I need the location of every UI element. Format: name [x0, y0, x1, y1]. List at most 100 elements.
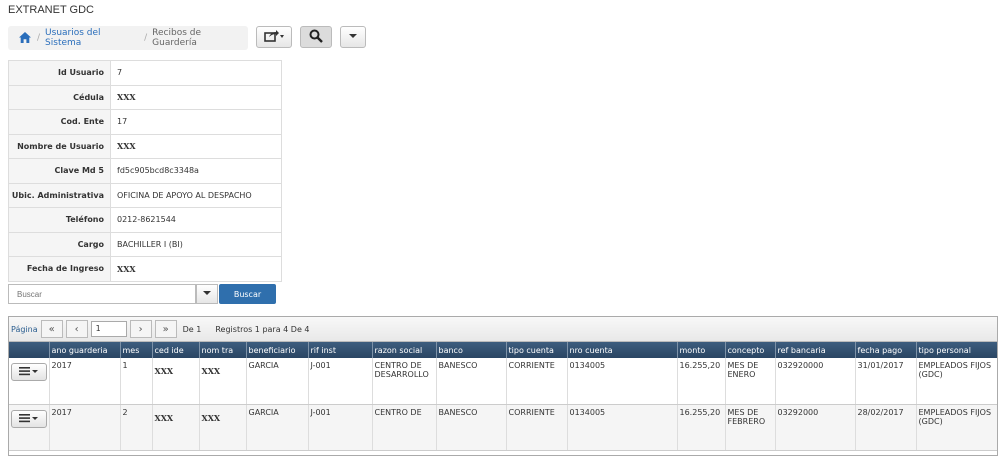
- row-menu-button[interactable]: [11, 409, 47, 428]
- cell-nom-tra: XXX: [199, 358, 247, 405]
- info-value: OFICINA DE APOYO AL DESPACHO: [110, 183, 282, 208]
- cell-razon-social: CENTRO DE DESARROLLO: [372, 358, 437, 405]
- export-button[interactable]: [256, 26, 292, 48]
- column-header[interactable]: mes: [120, 342, 153, 358]
- column-header[interactable]: tipo cuenta: [506, 342, 568, 358]
- cell-banco: BANESCO: [436, 358, 507, 405]
- receipts-table: ano guarderia mes ced ide nom tra benefi…: [9, 342, 997, 451]
- table-row: 2017 2 XXX XXX GARCIA J-001 CENTRO DE BA…: [9, 404, 997, 451]
- cell-fecha-pago: 31/01/2017: [855, 358, 917, 405]
- info-row: Nombre de Usuario XXX: [8, 134, 282, 159]
- next-page-button[interactable]: ›: [129, 320, 152, 338]
- breadcrumb-current: Recibos de Guardería: [152, 28, 202, 48]
- cell-mes: 1: [120, 358, 153, 405]
- column-header[interactable]: beneficiario: [246, 342, 309, 358]
- prev-page-button[interactable]: ‹: [65, 320, 88, 338]
- cell-ced-ide: XXX: [152, 404, 200, 451]
- info-value: 0212-8621544: [110, 207, 282, 233]
- info-value: 17: [110, 109, 282, 135]
- column-header[interactable]: ced ide: [152, 342, 200, 358]
- first-page-button[interactable]: «: [40, 320, 63, 338]
- search-button[interactable]: Buscar: [219, 284, 276, 304]
- info-row: Id Usuario 7: [8, 60, 282, 86]
- column-header[interactable]: ano guarderia: [49, 342, 121, 358]
- cell-fecha-pago: 28/02/2017: [855, 404, 917, 451]
- cell-concepto: MES DE ENERO: [725, 358, 776, 405]
- breadcrumb: / Usuarios del Sistema / Recibos de Guar…: [8, 26, 248, 50]
- column-header[interactable]: razon social: [372, 342, 437, 358]
- receipts-grid: Página « ‹ 1 › » De 1 Registros 1 para 4…: [8, 316, 998, 456]
- info-label: Clave Md 5: [8, 158, 111, 184]
- row-action-cell: [9, 404, 50, 451]
- search-dropdown-button[interactable]: [196, 284, 218, 304]
- menu-icon: [19, 413, 39, 425]
- cell-monto: 16.255,20: [677, 358, 726, 405]
- row-menu-button[interactable]: [11, 363, 47, 381]
- column-header[interactable]: ref bancaria: [775, 342, 856, 358]
- page-input[interactable]: 1: [90, 321, 127, 337]
- info-row: Cédula XXX: [8, 85, 282, 110]
- info-row: Cargo BACHILLER I (BI): [8, 232, 282, 257]
- info-value: XXX: [110, 134, 282, 159]
- info-label: Cod. Ente: [8, 109, 111, 135]
- cell-rif-inst: J-001: [308, 404, 373, 451]
- cell-beneficiario: GARCIA: [246, 404, 309, 451]
- cell-tipo-personal: EMPLEADOS FIJOS (GDC): [916, 404, 997, 451]
- cell-ced-ide: XXX: [152, 358, 200, 405]
- cell-tipo-cuenta: CORRIENTE: [506, 358, 568, 405]
- info-value: XXX: [110, 256, 282, 282]
- info-label: Fecha de Ingreso: [8, 256, 111, 282]
- info-label: Ubic. Administrativa: [8, 183, 111, 208]
- column-header[interactable]: monto: [677, 342, 726, 358]
- column-header[interactable]: tipo personal: [916, 342, 997, 358]
- cell-ref-bancaria: 032920000: [775, 358, 856, 405]
- info-label: Cédula: [8, 85, 111, 110]
- info-value: BACHILLER I (BI): [110, 232, 282, 257]
- column-header[interactable]: rif inst: [308, 342, 373, 358]
- table-row: 2017 1 XXX XXX GARCIA J-001 CENTRO DE DE…: [9, 358, 997, 405]
- cell-razon-social: CENTRO DE: [372, 404, 437, 451]
- cell-tipo-personal: EMPLEADOS FIJOS (GDC): [916, 358, 997, 405]
- info-row: Cod. Ente 17: [8, 109, 282, 135]
- records-count: Registros 1 para 4 De 4: [215, 324, 310, 334]
- column-header[interactable]: nom tra: [199, 342, 247, 358]
- cell-mes: 2: [120, 404, 153, 451]
- cell-ano: 2017: [49, 404, 121, 451]
- options-dropdown-button[interactable]: [340, 26, 366, 48]
- info-label: Nombre de Usuario: [8, 134, 111, 159]
- column-header[interactable]: banco: [436, 342, 507, 358]
- page-count: De 1: [182, 324, 202, 334]
- column-header[interactable]: concepto: [725, 342, 776, 358]
- info-value: fd5c905bcd8c3348a: [110, 158, 282, 184]
- column-header[interactable]: fecha pago: [855, 342, 917, 358]
- cell-ref-bancaria: 03292000: [775, 404, 856, 451]
- pager: Página « ‹ 1 › » De 1 Registros 1 para 4…: [9, 317, 997, 342]
- table-header-row: ano guarderia mes ced ide nom tra benefi…: [9, 342, 997, 358]
- cell-nro-cuenta: 0134005: [567, 358, 678, 405]
- info-value: XXX: [110, 85, 282, 110]
- breadcrumb-usuarios-link[interactable]: Usuarios del Sistema: [45, 28, 139, 48]
- info-label: Cargo: [8, 232, 111, 257]
- export-icon: [264, 29, 284, 45]
- info-row: Teléfono 0212-8621544: [8, 207, 282, 233]
- info-value: 7: [110, 60, 282, 86]
- last-page-button[interactable]: »: [154, 320, 177, 338]
- chevron-down-icon: [349, 32, 357, 42]
- menu-icon: [19, 366, 39, 378]
- cell-monto: 16.255,20: [677, 404, 726, 451]
- row-action-cell: [9, 358, 50, 405]
- chevron-down-icon: [203, 289, 211, 299]
- info-row: Fecha de Ingreso XXX: [8, 256, 282, 282]
- pager-label: Página: [11, 324, 38, 334]
- app-title: EXTRANET GDC: [8, 4, 94, 16]
- cell-banco: BANESCO: [436, 404, 507, 451]
- cell-concepto: MES DE FEBRERO: [725, 404, 776, 451]
- home-icon[interactable]: [18, 31, 32, 45]
- info-row: Ubic. Administrativa OFICINA DE APOYO AL …: [8, 183, 282, 208]
- info-row: Clave Md 5 fd5c905bcd8c3348a: [8, 158, 282, 184]
- column-header[interactable]: nro cuenta: [567, 342, 678, 358]
- search-input[interactable]: [8, 284, 196, 304]
- cell-rif-inst: J-001: [308, 358, 373, 405]
- cell-nom-tra: XXX: [199, 404, 247, 451]
- search-toggle-button[interactable]: [300, 26, 332, 48]
